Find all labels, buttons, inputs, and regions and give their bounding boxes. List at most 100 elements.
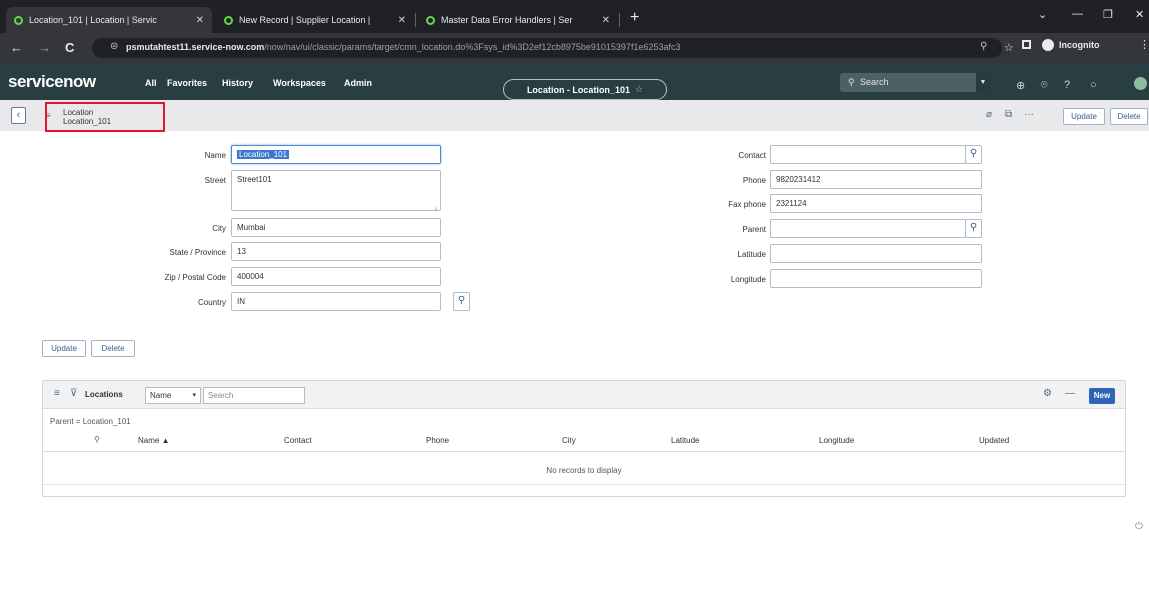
latitude-field[interactable] xyxy=(770,244,982,263)
update-button[interactable]: Update xyxy=(42,340,86,357)
close-tab-icon[interactable]: ✕ xyxy=(398,15,406,26)
column-search-icon[interactable]: ⚲ xyxy=(94,435,100,444)
country-field[interactable]: IN xyxy=(231,292,441,311)
zip-label: Zip / Postal Code xyxy=(164,273,226,282)
street-field[interactable]: Street101 xyxy=(231,170,441,211)
delete-button[interactable]: Delete xyxy=(91,340,135,357)
reload-icon[interactable]: C xyxy=(65,40,74,55)
column-header-city[interactable]: City xyxy=(562,436,576,445)
related-list-search-input[interactable]: Search xyxy=(203,387,305,404)
header-delete-button[interactable]: Delete xyxy=(1110,108,1148,125)
activity-stream-icon[interactable]: ⧉ xyxy=(1005,109,1012,120)
state-field[interactable]: 13 xyxy=(231,242,441,261)
close-tab-icon[interactable]: ✕ xyxy=(602,15,610,26)
name-field[interactable]: Location_101 xyxy=(231,145,441,164)
column-header-phone[interactable]: Phone xyxy=(426,436,449,445)
browser-tab-location[interactable]: Location_101 | Location | Servic ✕ xyxy=(6,7,212,33)
browser-tab-bar: Location_101 | Location | Servic ✕ New R… xyxy=(0,0,1149,33)
zip-field[interactable]: 400004 xyxy=(231,267,441,286)
context-title: Location - Location_101 xyxy=(526,84,630,95)
column-header-contact[interactable]: Contact xyxy=(284,436,312,445)
related-list-title: Locations xyxy=(85,390,123,399)
contact-field[interactable] xyxy=(770,145,966,164)
close-tab-icon[interactable]: ✕ xyxy=(196,15,204,26)
phone-field[interactable]: 9820231412 xyxy=(770,170,982,189)
city-label: City xyxy=(212,224,226,233)
column-header-updated[interactable]: Updated xyxy=(979,436,1009,445)
nav-history[interactable]: History xyxy=(222,78,253,88)
browser-tab-new-record[interactable]: New Record | Supplier Location | ✕ xyxy=(216,7,414,33)
parent-field[interactable] xyxy=(770,219,966,238)
parent-lookup-icon[interactable]: ⚲ xyxy=(965,219,982,238)
browser-address-bar: ← → C ⊜ psmutahtest11.service-now.com/no… xyxy=(0,33,1149,63)
context-title-pill[interactable]: Location - Location_101 ☆ xyxy=(503,79,667,100)
browser-tab-error-handlers[interactable]: Master Data Error Handlers | Ser ✕ xyxy=(418,7,618,33)
list-settings-gear-icon[interactable]: ⚙ xyxy=(1043,388,1052,399)
chevron-down-icon: ▾ xyxy=(192,392,196,399)
search-field-value: Name xyxy=(150,391,172,400)
bookmark-star-icon[interactable]: ☆ xyxy=(1004,41,1014,54)
notifications-icon[interactable]: ○ xyxy=(1090,79,1097,91)
header-update-button[interactable]: Update xyxy=(1063,108,1105,125)
collapse-icon[interactable]: — xyxy=(1065,388,1075,399)
search-field-select[interactable]: Name ▾ xyxy=(145,387,201,404)
column-header-latitude[interactable]: Latitude xyxy=(671,436,699,445)
new-tab-icon[interactable]: + xyxy=(630,9,639,27)
filter-breadcrumb[interactable]: Parent = Location_101 xyxy=(50,417,131,426)
new-button[interactable]: New xyxy=(1089,388,1115,404)
longitude-field[interactable] xyxy=(770,269,982,288)
forward-arrow-icon[interactable]: → xyxy=(38,40,51,55)
filter-icon[interactable]: ⊽ xyxy=(70,388,77,399)
column-header-name[interactable]: Name ▲ xyxy=(138,436,169,445)
search-scope-dropdown[interactable]: ▼ xyxy=(976,73,990,92)
fax-field[interactable]: 2321124 xyxy=(770,194,982,213)
contact-lookup-icon[interactable]: ⚲ xyxy=(965,145,982,164)
search-icon: ⚲ xyxy=(848,77,855,87)
zoom-search-icon[interactable]: ⚲ xyxy=(980,41,987,52)
fax-label: Fax phone xyxy=(728,200,766,209)
servicenow-logo[interactable]: servicenow xyxy=(8,72,96,92)
maximize-icon[interactable]: ❐ xyxy=(1103,8,1113,21)
list-menu-icon[interactable]: ≡ xyxy=(54,388,60,399)
nav-workspaces[interactable]: Workspaces xyxy=(273,78,326,88)
window-close-icon[interactable]: ✕ xyxy=(1135,8,1144,21)
power-icon[interactable]: ⏻ xyxy=(1135,521,1143,532)
city-field[interactable]: Mumbai xyxy=(231,218,441,237)
parent-label: Parent xyxy=(742,225,766,234)
resize-handle-icon[interactable]: ⌟ xyxy=(434,202,438,211)
back-arrow-icon[interactable]: ← xyxy=(10,40,23,55)
tab-title: Location_101 | Location | Servic xyxy=(29,15,157,25)
empty-message: No records to display xyxy=(546,466,622,475)
help-icon[interactable]: ? xyxy=(1064,79,1070,91)
favorite-star-icon[interactable]: ☆ xyxy=(635,84,643,95)
more-options-icon[interactable]: ··· xyxy=(1024,109,1034,120)
back-button[interactable]: ‹ xyxy=(11,107,26,124)
nav-favorites[interactable]: Favorites xyxy=(167,78,207,88)
user-avatar[interactable] xyxy=(1134,77,1147,90)
global-search[interactable]: ⚲ Search ▼ xyxy=(840,73,990,92)
globe-icon[interactable]: ⊕ xyxy=(1016,79,1025,92)
locations-related-list: ≡ ⊽ Locations Name ▾ Search ⚙ — New Pare… xyxy=(42,380,1126,497)
tab-title: New Record | Supplier Location | xyxy=(239,15,371,25)
url-path: /now/nav/ui/classic/params/target/cmn_lo… xyxy=(264,42,681,52)
column-header-longitude[interactable]: Longitude xyxy=(819,436,854,445)
latitude-label: Latitude xyxy=(737,250,766,259)
browser-menu-icon[interactable]: ⋮ xyxy=(1139,38,1149,51)
nav-all[interactable]: All xyxy=(145,78,157,88)
longitude-label: Longitude xyxy=(730,275,766,284)
search-placeholder: Search xyxy=(860,77,889,87)
chat-icon[interactable]: ⌾ xyxy=(1041,79,1048,92)
tab-separator xyxy=(415,13,416,27)
side-panel-icon[interactable] xyxy=(1022,40,1031,49)
map-pin-icon[interactable]: ⚲ xyxy=(453,292,470,311)
tab-separator xyxy=(619,13,620,27)
incognito-icon xyxy=(1042,39,1054,51)
incognito-indicator: Incognito xyxy=(1042,39,1100,51)
tab-search-chevron-icon[interactable]: ⌄ xyxy=(1038,8,1047,21)
nav-admin[interactable]: Admin xyxy=(344,78,372,88)
attachment-icon[interactable]: ⌀ xyxy=(986,109,992,120)
url-bar[interactable]: ⊜ psmutahtest11.service-now.com/now/nav/… xyxy=(92,38,1002,58)
minimize-icon[interactable]: — xyxy=(1072,8,1083,20)
form-header xyxy=(0,100,1149,131)
state-label: State / Province xyxy=(169,248,226,257)
